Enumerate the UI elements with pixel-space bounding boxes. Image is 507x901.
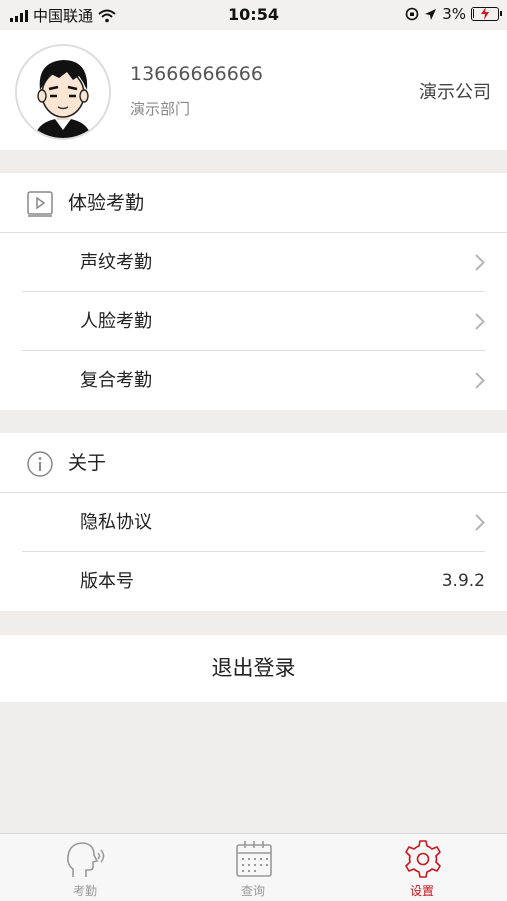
avatar-image [17,46,109,138]
menu-item-privacy-policy[interactable]: 隐私协议 [0,493,507,552]
location-arrow-icon [425,8,437,20]
user-phone: 13666666666 [130,63,263,85]
tab-attendance[interactable]: 考勤 [45,834,125,901]
rotation-lock-icon [405,7,419,21]
calendar-icon [236,841,272,877]
chevron-right-icon [475,313,485,330]
about-section: 关于 隐私协议 版本号 3.9.2 [0,433,507,611]
status-right: 3% [405,5,502,23]
logout-button[interactable]: 退出登录 [0,635,507,702]
profile-card[interactable]: 13666666666 演示部门 演示公司 [0,30,507,150]
menu-item-label: 声纹考勤 [80,252,152,273]
avatar[interactable] [15,44,111,140]
menu-item-label: 版本号 [80,571,134,592]
menu-item-face-attendance[interactable]: 人脸考勤 [0,292,507,351]
status-bar: 中国联通 10:54 3% [0,0,507,30]
battery-icon [471,7,502,21]
version-value: 3.9.2 [441,571,485,591]
menu-item-version: 版本号 3.9.2 [0,552,507,611]
section-header-attendance: 体验考勤 [0,173,507,233]
tab-bar: 考勤 查询 设置 [0,833,507,901]
menu-item-combined-attendance[interactable]: 复合考勤 [0,351,507,410]
tab-label: 设置 [409,884,434,898]
info-icon [27,451,53,477]
tab-settings[interactable]: 设置 [382,834,462,901]
chevron-right-icon [475,514,485,531]
tab-query[interactable]: 查询 [213,834,293,901]
attendance-section: 体验考勤 声纹考勤 人脸考勤 复合考勤 [0,173,507,410]
menu-item-label: 人脸考勤 [80,311,152,332]
tab-label: 查询 [240,884,265,898]
menu-item-label: 复合考勤 [80,370,152,391]
battery-fill [473,9,474,18]
menu-item-voiceprint-attendance[interactable]: 声纹考勤 [0,233,507,292]
user-company: 演示公司 [419,82,491,103]
gear-icon [405,840,441,878]
battery-percent: 3% [442,5,466,23]
voice-head-icon [67,842,105,877]
section-title-about: 关于 [68,452,107,474]
menu-item-label: 隐私协议 [80,512,152,533]
section-header-about: 关于 [0,433,507,493]
chevron-right-icon [475,254,485,271]
tab-label: 考勤 [72,884,97,898]
chevron-right-icon [475,372,485,389]
section-title-attendance: 体验考勤 [68,192,145,214]
video-play-icon [27,191,53,217]
user-department: 演示部门 [130,100,191,118]
